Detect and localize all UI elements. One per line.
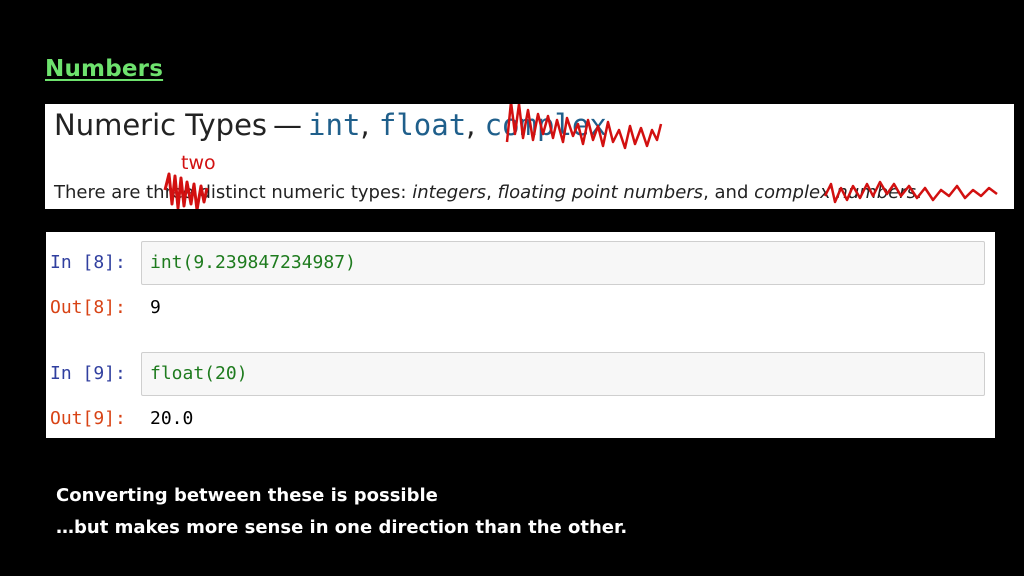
docs-struck-word: three (146, 182, 194, 203)
input-prompt: In [9]: (50, 363, 126, 384)
code-text: int(9.239847234987) (150, 252, 356, 273)
notebook-output-row: Out[8]: 9 (46, 286, 995, 330)
notebook-input-row: In [8]: int(9.239847234987) (46, 241, 995, 285)
jupyter-notebook: In [8]: int(9.239847234987) Out[8]: 9 In… (46, 232, 995, 438)
caption-line: …but makes more sense in one direction t… (56, 517, 628, 538)
cell-output: 9 (150, 297, 161, 318)
docs-heading-sep: , (360, 108, 370, 142)
notebook-input-row: In [9]: float(20) (46, 352, 995, 396)
docs-heading-float: float (378, 108, 467, 142)
docs-text: , and (703, 182, 755, 203)
docs-type-integers: integers (412, 182, 487, 203)
docs-heading-sep: , (466, 108, 476, 142)
code-cell-input[interactable]: int(9.239847234987) (141, 241, 985, 285)
docs-heading: Numeric Types — int, float, complex (54, 108, 607, 142)
output-prompt: Out[9]: (50, 408, 126, 429)
docs-text: . (916, 182, 922, 203)
notebook-output-row: Out[9]: 20.0 (46, 397, 995, 441)
docs-text: distinct numeric types: (193, 182, 413, 203)
slide-title: Numbers (45, 56, 164, 82)
code-text: float(20) (150, 363, 248, 384)
code-cell-input[interactable]: float(20) (141, 352, 985, 396)
output-prompt: Out[8]: (50, 297, 126, 318)
handwritten-correction: two (181, 152, 216, 174)
docs-description: There are three distinct numeric types: … (54, 182, 922, 203)
docs-heading-int: int (308, 108, 361, 142)
docs-type-floats: floating point numbers (497, 182, 704, 203)
docs-type-complex: complex numbers (754, 182, 917, 203)
input-prompt: In [8]: (50, 252, 126, 273)
slide-caption: Converting between these is possible …bu… (56, 480, 627, 544)
cell-output: 20.0 (150, 408, 194, 429)
docs-text: There are (54, 182, 147, 203)
docs-text: , (486, 182, 498, 203)
caption-line: Converting between these is possible (56, 485, 438, 506)
docs-heading-text: Numeric Types (54, 108, 268, 142)
docs-heading-dash: — (273, 108, 303, 142)
python-docs-excerpt: Numeric Types — int, float, complex There … (45, 104, 1014, 209)
docs-heading-complex: complex (484, 108, 607, 142)
